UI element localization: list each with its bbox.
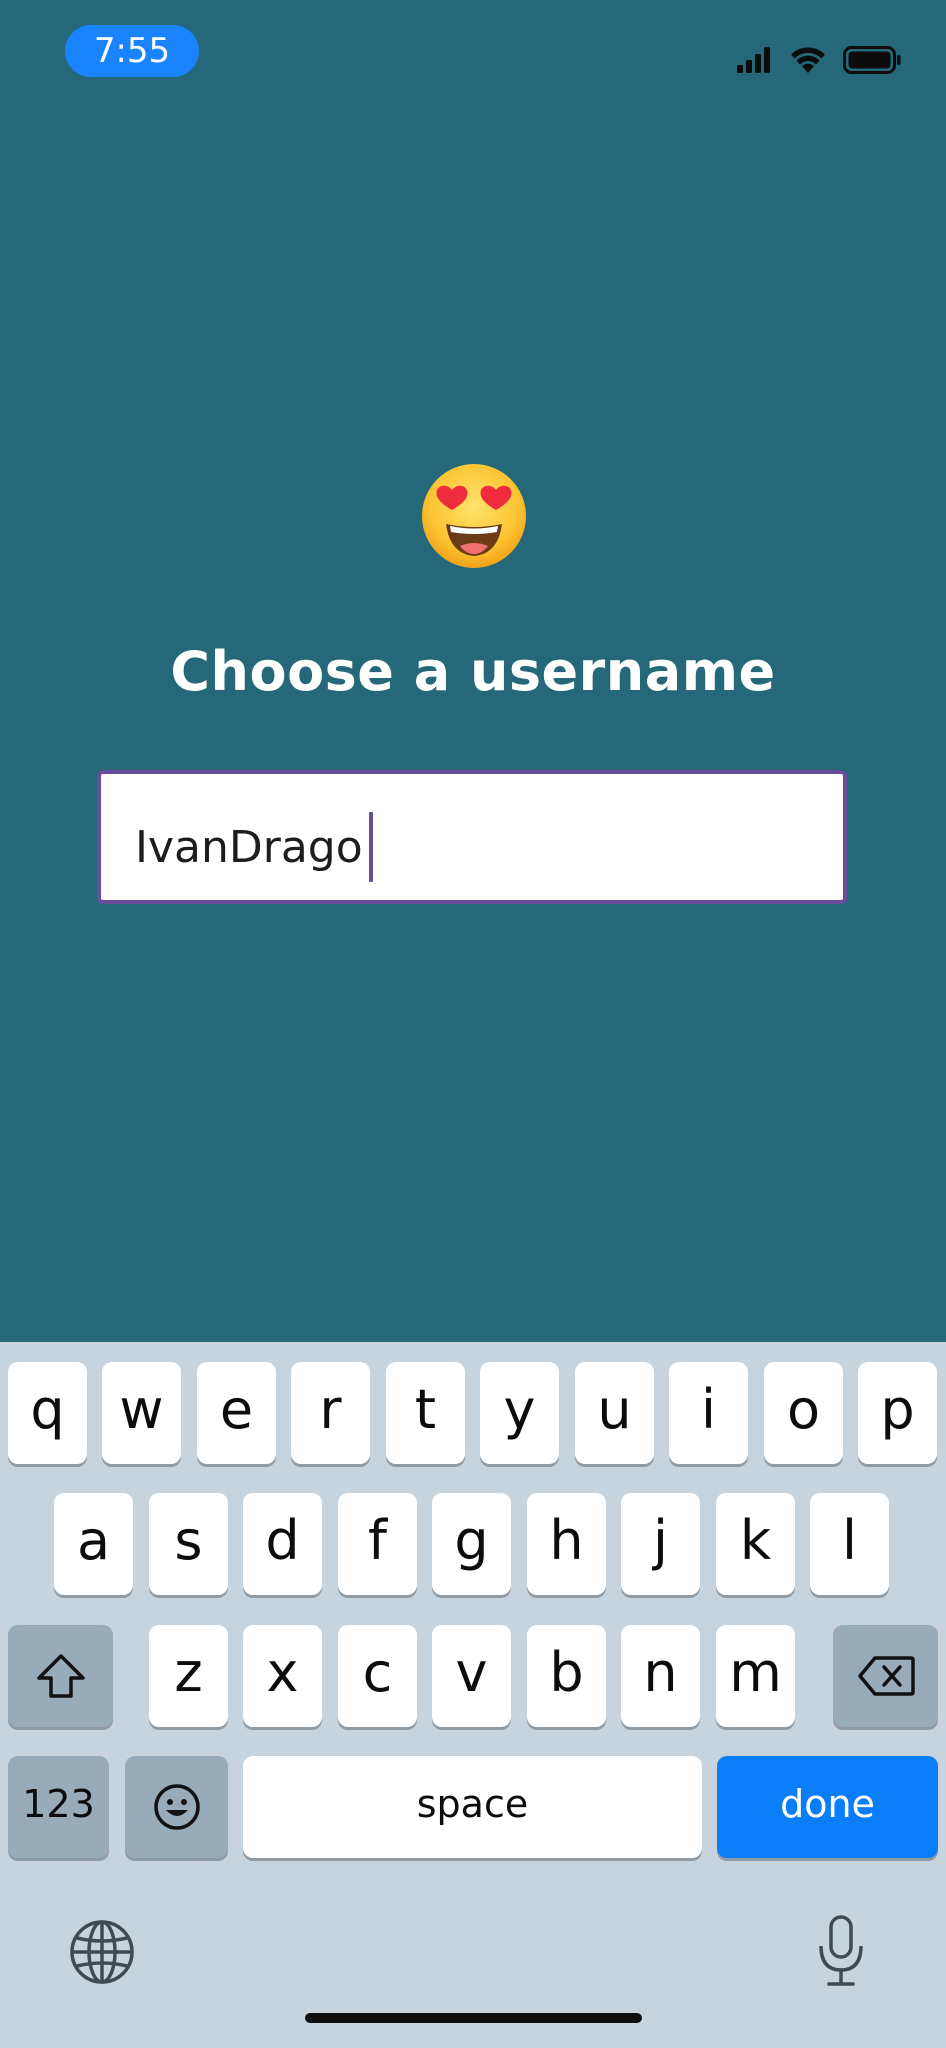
- key-j[interactable]: j: [621, 1493, 700, 1595]
- numbers-key[interactable]: 123: [8, 1756, 109, 1858]
- key-d[interactable]: d: [243, 1493, 322, 1595]
- key-h[interactable]: h: [527, 1493, 606, 1595]
- key-k[interactable]: k: [716, 1493, 795, 1595]
- key-n[interactable]: n: [621, 1625, 700, 1727]
- key-e[interactable]: e: [197, 1362, 276, 1464]
- key-p[interactable]: p: [858, 1362, 937, 1464]
- backspace-key[interactable]: [833, 1625, 938, 1727]
- space-key[interactable]: space: [243, 1756, 702, 1858]
- text-cursor: [368, 812, 373, 882]
- key-l[interactable]: l: [810, 1493, 889, 1595]
- emoji-keyboard-icon: [153, 1784, 200, 1830]
- wifi-icon: [789, 46, 827, 74]
- key-w[interactable]: w: [102, 1362, 181, 1464]
- key-o[interactable]: o: [764, 1362, 843, 1464]
- microphone-icon[interactable]: [815, 1914, 867, 1992]
- username-text: IvanDrago: [135, 821, 363, 873]
- key-q[interactable]: q: [8, 1362, 87, 1464]
- key-u[interactable]: u: [575, 1362, 654, 1464]
- status-time[interactable]: 7:55: [65, 25, 199, 77]
- username-input[interactable]: IvanDrago: [97, 770, 847, 904]
- on-screen-keyboard: q w e r t y u i o p a s d f g h j k l z …: [0, 1342, 946, 2048]
- username-input-value[interactable]: IvanDrago: [135, 812, 373, 882]
- key-z[interactable]: z: [149, 1625, 228, 1727]
- emoji-keyboard-key[interactable]: [125, 1756, 228, 1858]
- globe-icon[interactable]: [68, 1918, 136, 1990]
- heart-eyes-emoji-icon: [420, 462, 528, 570]
- battery-icon: [843, 46, 901, 74]
- key-s[interactable]: s: [149, 1493, 228, 1595]
- key-x[interactable]: x: [243, 1625, 322, 1727]
- key-m[interactable]: m: [716, 1625, 795, 1727]
- key-f[interactable]: f: [338, 1493, 417, 1595]
- done-key[interactable]: done: [717, 1756, 938, 1858]
- key-g[interactable]: g: [432, 1493, 511, 1595]
- shift-icon: [36, 1654, 85, 1698]
- key-b[interactable]: b: [527, 1625, 606, 1727]
- key-v[interactable]: v: [432, 1625, 511, 1727]
- key-t[interactable]: t: [386, 1362, 465, 1464]
- key-c[interactable]: c: [338, 1625, 417, 1727]
- page-title: Choose a username: [170, 640, 776, 703]
- backspace-icon: [857, 1656, 915, 1696]
- home-indicator[interactable]: [305, 2013, 642, 2023]
- key-y[interactable]: y: [480, 1362, 559, 1464]
- key-a[interactable]: a: [54, 1493, 133, 1595]
- status-bar: 7:55: [0, 0, 946, 110]
- status-icons: [737, 42, 901, 78]
- key-r[interactable]: r: [291, 1362, 370, 1464]
- shift-key[interactable]: [8, 1625, 113, 1727]
- key-i[interactable]: i: [669, 1362, 748, 1464]
- cellular-signal-icon: [737, 47, 773, 73]
